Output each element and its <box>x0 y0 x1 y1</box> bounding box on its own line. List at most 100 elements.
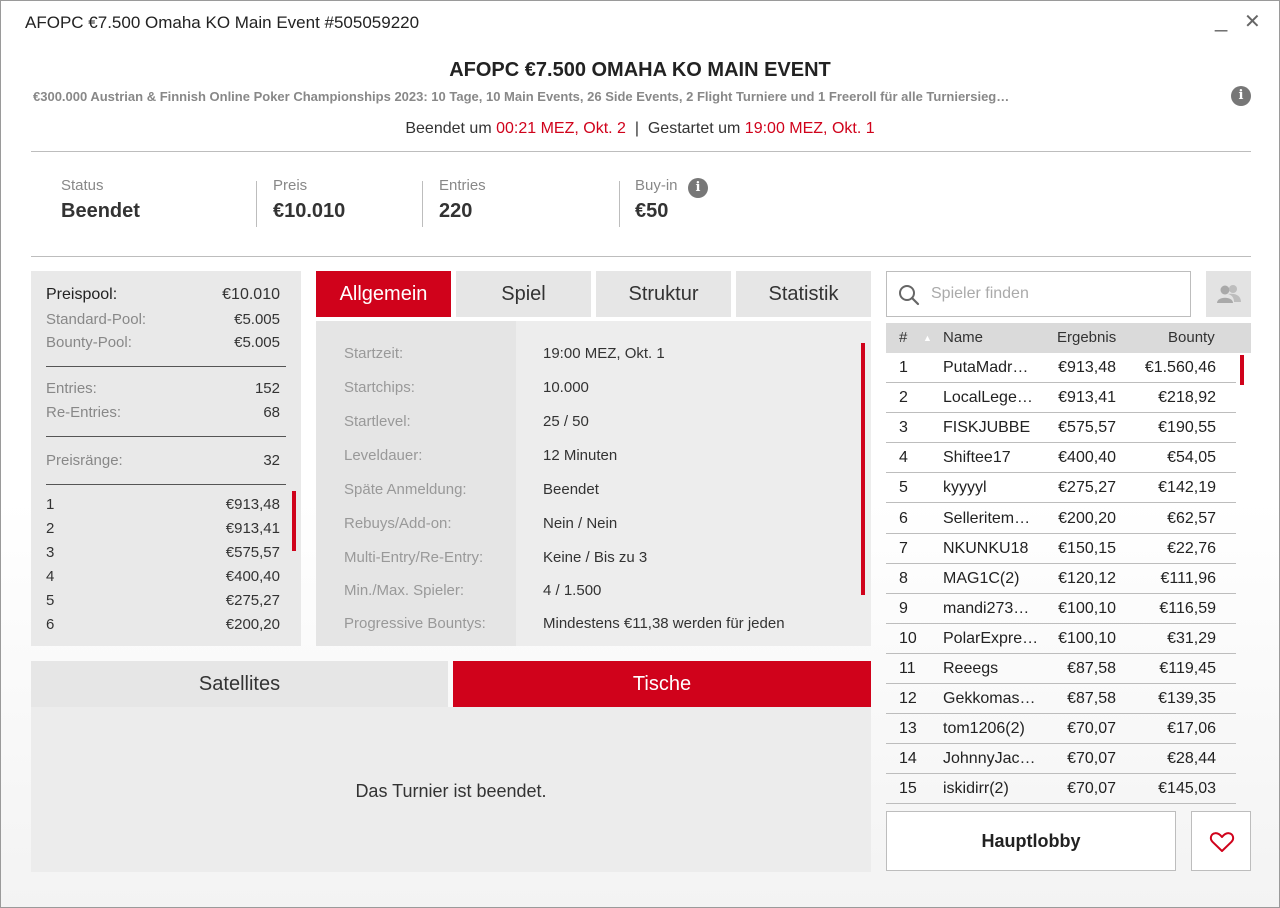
main-lobby-button[interactable]: Hauptlobby <box>886 811 1176 871</box>
col-result[interactable]: Ergebnis <box>1057 329 1116 346</box>
player-result: €100,10 <box>1058 629 1116 647</box>
place-amount: €913,41 <box>225 520 280 537</box>
players-scrollbar[interactable] <box>1240 355 1244 385</box>
window-title: AFOPC €7.500 Omaha KO Main Event #505059… <box>25 13 420 32</box>
player-search-input[interactable] <box>931 282 1181 306</box>
tab-tables[interactable]: Tische <box>453 661 871 707</box>
tournament-ended-message: Das Turnier ist beendet. <box>355 781 547 801</box>
player-rank: 10 <box>899 629 917 647</box>
close-button[interactable]: ✕ <box>1244 9 1261 34</box>
player-row[interactable]: 6 Selleritem… €200,20 €62,57 <box>886 504 1236 534</box>
bounty-pool-row: Bounty-Pool: €5.005 <box>46 334 280 351</box>
detail-label: Startchips: <box>344 379 415 396</box>
player-row[interactable]: 13 tom1206(2) €70,07 €17,06 <box>886 714 1236 745</box>
player-row[interactable]: 10 PolarExpre… €100,10 €31,29 <box>886 624 1236 654</box>
player-bounty: €54,05 <box>1167 449 1216 467</box>
tab-spiel[interactable]: Spiel <box>456 271 591 317</box>
place-amount: €400,40 <box>225 568 280 585</box>
stat-prize-value: €10.010 <box>273 200 346 222</box>
tab-satellites[interactable]: Satellites <box>31 661 448 707</box>
timeline-divider: | <box>634 120 639 137</box>
player-rank: 5 <box>899 479 908 497</box>
favorite-button[interactable] <box>1191 811 1251 871</box>
player-bounty: €17,06 <box>1167 720 1216 738</box>
detail-value: 25 / 50 <box>543 413 589 430</box>
tab-statistik[interactable]: Statistik <box>736 271 871 317</box>
stat-status-value: Beendet <box>61 200 140 222</box>
place-amount: €275,27 <box>225 592 280 609</box>
player-row[interactable]: 9 mandi273… €100,10 €116,59 <box>886 594 1236 624</box>
ended-label: Beendet um <box>405 120 492 137</box>
player-rank: 3 <box>899 419 908 437</box>
place-rank: 1 <box>46 496 55 513</box>
ranks-row: Preisränge: 32 <box>46 452 280 469</box>
started-time: 19:00 MEZ, Okt. 1 <box>744 120 875 137</box>
player-name: NKUNKU18 <box>943 539 1029 557</box>
col-name[interactable]: Name <box>943 329 983 346</box>
stat-buyin: Buy-in €50 <box>635 177 678 223</box>
prize-divider <box>46 484 286 485</box>
player-row[interactable]: 7 NKUNKU18 €150,15 €22,76 <box>886 534 1236 564</box>
player-result: €150,15 <box>1058 539 1116 557</box>
player-rank: 15 <box>899 780 917 798</box>
place-rank: 6 <box>46 616 55 633</box>
player-result: €200,20 <box>1058 509 1116 527</box>
title-bar: AFOPC €7.500 Omaha KO Main Event #505059… <box>1 1 1279 45</box>
player-row[interactable]: 2 LocalLege… €913,41 €218,92 <box>886 383 1236 414</box>
player-search-box[interactable] <box>886 271 1191 317</box>
player-row[interactable]: 14 JohnnyJac… €70,07 €28,44 <box>886 744 1236 775</box>
player-name: mandi273… <box>943 599 1030 617</box>
tab-struktur[interactable]: Struktur <box>596 271 731 317</box>
reentries-row: Re-Entries: 68 <box>46 404 280 421</box>
prize-pool-panel: Preispool: €10.010 Standard-Pool: €5.005… <box>31 271 301 646</box>
details-scrollbar[interactable] <box>861 343 865 595</box>
player-row[interactable]: 11 Reeegs €87,58 €119,45 <box>886 654 1236 684</box>
stat-buyin-value: €50 <box>635 200 669 222</box>
detail-value: Nein / Nein <box>543 515 618 532</box>
event-title: AFOPC €7.500 OMAHA KO MAIN EVENT <box>449 59 831 81</box>
player-result: €275,27 <box>1058 479 1116 497</box>
player-rank: 11 <box>899 660 916 677</box>
stat-prize: Preis €10.010 <box>273 177 345 223</box>
col-rank[interactable]: # <box>899 329 907 346</box>
player-row[interactable]: 1 PutaMadr… €913,48 €1.560,46 <box>886 353 1236 383</box>
place-row: 3 €575,57 <box>46 544 280 561</box>
player-name: MAG1C(2) <box>943 569 1020 587</box>
player-result: €70,07 <box>1067 720 1116 738</box>
players-toggle-button[interactable] <box>1206 271 1251 317</box>
place-row: 4 €400,40 <box>46 568 280 585</box>
player-name: tom1206(2) <box>943 720 1025 738</box>
player-bounty: €111,96 <box>1160 569 1216 587</box>
player-bounty: €1.560,46 <box>1144 359 1216 376</box>
minimize-button[interactable]: _ <box>1215 7 1227 33</box>
player-row[interactable]: 15 iskidirr(2) €70,07 €145,03 <box>886 774 1236 805</box>
bounty-pool-value: €5.005 <box>234 334 280 351</box>
player-result: €87,58 <box>1067 660 1116 677</box>
player-result: €913,41 <box>1058 389 1116 407</box>
player-row[interactable]: 5 kyyyyl €275,27 €142,19 <box>886 473 1236 504</box>
player-result: €100,10 <box>1058 599 1116 617</box>
detail-label: Leveldauer: <box>344 447 423 464</box>
info-icon[interactable]: i <box>1231 86 1251 106</box>
player-name: FISKJUBBE <box>943 419 1031 437</box>
stat-entries: Entries 220 <box>439 177 486 223</box>
buyin-info-icon[interactable]: i <box>688 178 708 198</box>
place-rank: 4 <box>46 568 55 585</box>
player-row[interactable]: 12 Gekkomas… €87,58 €139,35 <box>886 684 1236 715</box>
search-icon <box>899 285 920 306</box>
place-amount: €913,48 <box>225 496 280 513</box>
detail-label: Rebuys/Add-on: <box>344 515 452 532</box>
ended-time: 00:21 MEZ, Okt. 2 <box>496 120 626 137</box>
player-bounty: €22,76 <box>1167 539 1216 557</box>
player-row[interactable]: 3 FISKJUBBE €575,57 €190,55 <box>886 413 1236 444</box>
player-rank: 14 <box>899 750 917 768</box>
tab-allgemein[interactable]: Allgemein <box>316 271 451 317</box>
player-row[interactable]: 4 Shiftee17 €400,40 €54,05 <box>886 443 1236 474</box>
reentries-label: Re-Entries: <box>46 404 122 421</box>
col-bounty[interactable]: Bounty <box>1168 329 1215 346</box>
detail-label: Startlevel: <box>344 413 411 430</box>
detail-value: Mindestens €11,38 werden für jeden <box>543 615 785 632</box>
player-bounty: €28,44 <box>1167 750 1216 768</box>
player-row[interactable]: 8 MAG1C(2) €120,12 €111,96 <box>886 564 1236 594</box>
prize-scrollbar[interactable] <box>292 491 296 551</box>
